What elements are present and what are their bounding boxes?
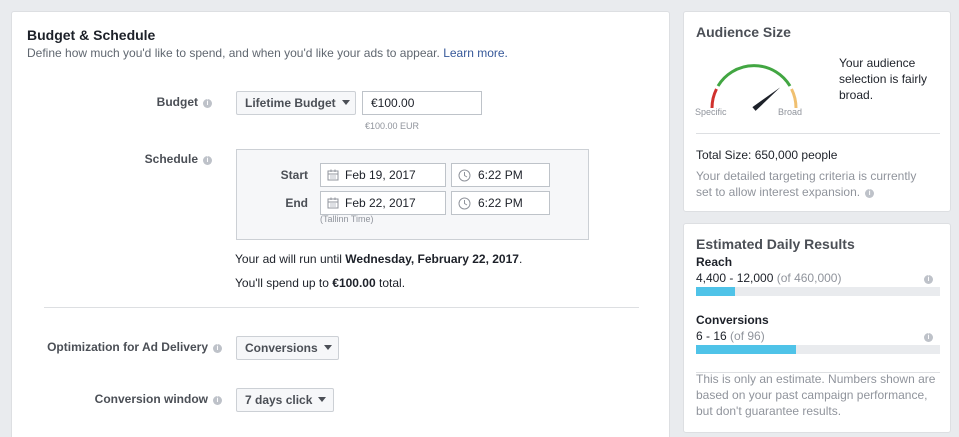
audience-gauge [710,64,798,111]
audience-detail: Your detailed targeting criteria is curr… [696,168,916,200]
optimization-label-text: Optimization for Ad Delivery [47,340,208,354]
audience-divider [696,133,940,134]
timezone-note: (Tallinn Time) [320,214,374,224]
conversion-window-value: 7 days click [245,393,313,407]
learn-more-link[interactable]: Learn more. [443,46,508,60]
audience-summary-line: selection is fairly [839,72,928,86]
spend-suffix: total. [379,276,406,290]
gauge-green-arc [716,64,792,87]
start-time-input[interactable]: 6:22 PM [451,163,550,187]
caret-down-icon [341,100,350,105]
reach-bar [696,287,940,296]
end-time-value: 6:22 PM [478,196,523,210]
info-icon[interactable]: i [213,344,222,353]
caret-down-icon [318,397,327,402]
audience-summary: Your audience selection is fairly broad. [839,55,927,103]
audience-title: Audience Size [696,24,791,40]
reach-range: 4,400 - 12,000 [696,271,774,285]
gauge-specific-label: Specific [695,107,727,117]
conversions-values: 6 - 16 (of 96) [696,329,765,343]
budget-amount-input[interactable]: €100.00 [362,91,482,115]
gauge-red-arc [710,88,718,109]
info-icon[interactable]: i [203,99,212,108]
conversions-range: 6 - 16 [696,329,727,343]
conversion-window-label-text: Conversion window [94,392,208,406]
audience-size-panel: Audience Size Specific Broad Your audien… [683,11,951,212]
optimization-value: Conversions [245,341,318,355]
audience-detail-line: Your detailed targeting criteria is curr… [696,169,917,183]
reach-label: Reach [696,255,733,269]
budget-label-text: Budget [156,95,198,109]
budget-type-dropdown[interactable]: Lifetime Budget [236,91,356,115]
spend-prefix: You'll spend up to [235,276,329,290]
estimates-disclaimer: This is only an estimate. Numbers shown … [696,371,935,419]
conversion-window-dropdown[interactable]: 7 days click [236,388,334,412]
section-description: Define how much you'd like to spend, and… [27,46,508,60]
audience-detail-line: set to allow interest expansion. [696,185,861,199]
clock-icon [458,169,471,182]
gauge-broad-label: Broad [778,107,803,117]
end-date-input[interactable]: Feb 22, 2017 [320,191,446,215]
divider [44,307,639,308]
conversions-bar-fill [696,345,797,354]
audience-total-size: Total Size: 650,000 people [696,148,838,162]
optimization-label: Optimization for Ad Delivery i [32,340,222,354]
disclaimer-line: based on your past campaign performance, [696,388,928,402]
disclaimer-line: but don't guarantee results. [696,404,842,418]
audience-summary-line: Your audience [839,56,916,70]
start-time-value: 6:22 PM [478,168,523,182]
end-date-value: Feb 22, 2017 [345,196,416,210]
schedule-label-text: Schedule [144,152,198,166]
schedule-label: Schedule i [102,152,212,166]
end-time-input[interactable]: 6:22 PM [451,191,550,215]
info-icon[interactable]: i [213,396,222,405]
conversions-total: (of 96) [730,329,765,343]
reach-total: (of 460,000) [776,271,842,285]
end-label: End [285,196,308,210]
budget-type-value: Lifetime Budget [245,96,336,110]
start-date-input[interactable]: Feb 19, 2017 [320,163,446,187]
gauge-needle [752,87,781,111]
optimization-dropdown[interactable]: Conversions [236,336,339,360]
estimated-results-panel: Estimated Daily Results Reach 4,400 - 12… [683,223,951,433]
section-title: Budget & Schedule [27,27,156,43]
info-icon[interactable]: i [865,189,875,198]
clock-icon [458,197,471,210]
info-icon[interactable]: i [203,156,212,165]
conversions-label: Conversions [696,313,769,327]
audience-summary-line: broad. [839,88,874,102]
disclaimer-line: This is only an estimate. Numbers shown … [696,372,936,386]
budget-currency-note: €100.00 EUR [365,121,420,131]
budget-label: Budget i [102,95,212,109]
spend-text: You'll spend up to €100.00 total. [235,276,405,290]
calendar-icon [327,169,339,181]
reach-values: 4,400 - 12,000 (of 460,000) [696,271,841,285]
conversion-window-label: Conversion window i [32,392,222,406]
conversions-bar [696,345,940,354]
reach-bar-fill [696,287,736,296]
spend-amount: €100.00 [332,276,376,290]
info-icon[interactable]: i [924,275,933,284]
run-until-date: Wednesday, February 22, 2017 [345,252,519,266]
budget-schedule-panel: Budget & Schedule Define how much you'd … [11,11,670,437]
info-icon[interactable]: i [924,333,933,342]
estimates-title: Estimated Daily Results [696,236,855,252]
run-until-prefix: Your ad will run until [235,252,342,266]
start-label: Start [280,168,308,182]
run-until-text: Your ad will run until Wednesday, Februa… [235,252,522,266]
start-date-value: Feb 19, 2017 [345,168,416,182]
caret-down-icon [323,345,332,350]
description-text: Define how much you'd like to spend, and… [27,46,440,60]
run-until-suffix: . [518,252,523,266]
calendar-icon [327,197,339,209]
gauge-yellow-arc [790,88,798,109]
